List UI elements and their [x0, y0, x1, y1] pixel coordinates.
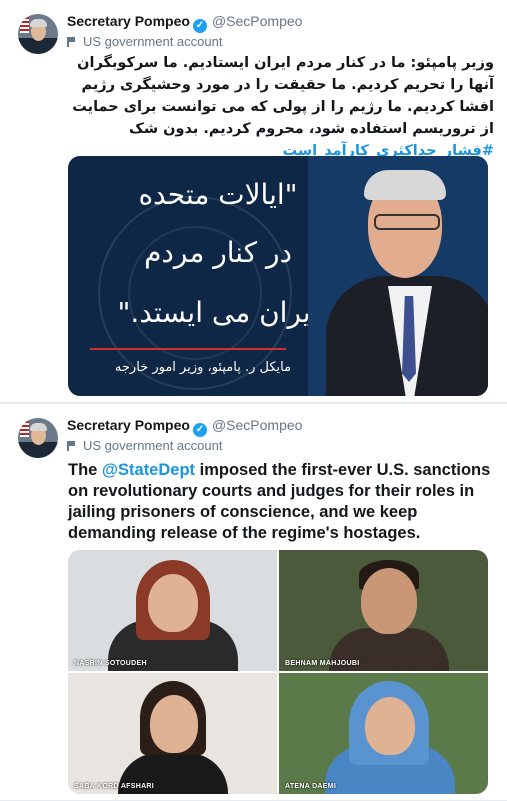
photo-caption: ATENA DAEMI [285, 783, 337, 790]
author-display-name[interactable]: Secretary Pompeo [67, 417, 190, 433]
tweet-image[interactable]: "ایالات متحده در کنار مردم ایران می ایست… [68, 156, 488, 396]
verified-badge-icon: ✓ [192, 423, 207, 437]
tweet-text: وزیر پامپئو: ما در کنار مردم ایران ایستا… [62, 52, 494, 162]
tweet-text: The @StateDept imposed the first-ever U.… [68, 461, 491, 542]
divider [90, 348, 286, 350]
tweet-2[interactable]: Secretary Pompeo ✓ @SecPompeo US governmen… [0, 404, 507, 801]
flag-icon [67, 441, 77, 451]
tweet-1[interactable]: Secretary Pompeo ✓ @SecPompeo US governmen… [0, 0, 507, 403]
avatar[interactable] [18, 14, 58, 54]
photo-caption: NASRIN SOTOUDEH [74, 660, 147, 667]
flag-icon [67, 37, 77, 47]
tweet-body: وزیر پامپئو: ما در کنار مردم ایران ایستا… [72, 55, 494, 137]
photo-caption: BEHNAM MAHJOUBI [285, 660, 360, 667]
portrait-photo [308, 156, 488, 396]
photo-3[interactable]: SABA KORD AFSHARI [68, 673, 277, 794]
photo-caption: SABA KORD AFSHARI [74, 783, 155, 790]
quote-byline: مایکل ر. پامپئو، وزیر امور خارجه [114, 360, 292, 375]
author-name[interactable]: Secretary Pompeo ✓ @SecPompeo [67, 417, 302, 437]
author-handle[interactable]: @SecPompeo [212, 13, 302, 29]
photo-1[interactable]: NASRIN SOTOUDEH [68, 550, 277, 671]
photo-grid[interactable]: NASRIN SOTOUDEH BEHNAM MAHJOUBI SABA KOR… [68, 550, 488, 794]
flag-icon [20, 17, 29, 33]
author-display-name[interactable]: Secretary Pompeo [67, 13, 190, 29]
account-label-text: US government account [83, 438, 223, 453]
flag-icon [20, 421, 29, 437]
mention-link[interactable]: @StateDept [102, 461, 195, 479]
verified-badge-icon: ✓ [192, 19, 207, 33]
avatar[interactable] [18, 418, 58, 458]
photo-2[interactable]: BEHNAM MAHJOUBI [279, 550, 488, 671]
account-label: US government account [67, 34, 222, 49]
account-label: US government account [67, 438, 222, 453]
author-handle[interactable]: @SecPompeo [212, 417, 302, 433]
author-name[interactable]: Secretary Pompeo ✓ @SecPompeo [67, 13, 302, 33]
photo-4[interactable]: ATENA DAEMI [279, 673, 488, 794]
account-label-text: US government account [83, 34, 223, 49]
